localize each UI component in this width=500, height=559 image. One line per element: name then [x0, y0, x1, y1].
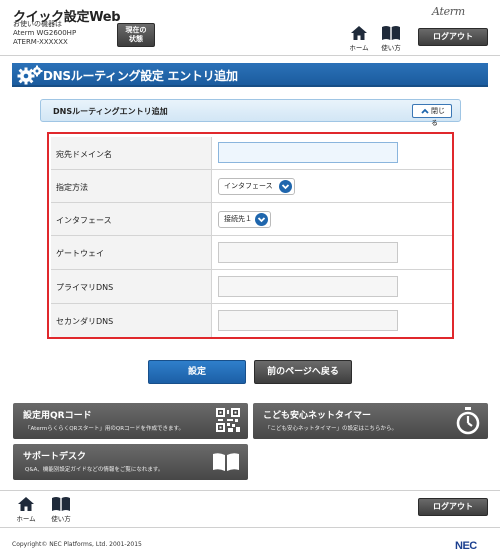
primary-dns-input[interactable] [218, 276, 398, 297]
device-info-model: Aterm WG2600HP [13, 29, 77, 37]
section-title: DNSルーティングエントリ追加 [53, 107, 168, 116]
footer-home-label: ホーム [16, 515, 36, 523]
nec-logo: NEC [455, 540, 477, 552]
open-book-icon [213, 453, 239, 471]
gateway-label: ゲートウェイ [51, 236, 212, 269]
row-primary-dns: プライマリDNS [51, 270, 452, 304]
status-button-line-1: 現在の [125, 26, 147, 34]
timer-tile-title: こども安心ネットタイマー [263, 411, 372, 421]
back-button[interactable]: 前のページへ戻る [254, 360, 352, 384]
secondary-dns-input[interactable] [218, 310, 398, 331]
qr-code-tile[interactable]: 設定用QRコード 「AtermらくらくQRスタート」用のQRコードを作成できます… [13, 403, 248, 439]
home-icon [18, 497, 34, 511]
footer-help-button[interactable]: 使い方 [48, 496, 74, 526]
qr-tile-title: 設定用QRコード [23, 411, 92, 421]
gears-icon [17, 65, 43, 85]
device-info-line-1: お使いの機器は [13, 20, 62, 28]
support-tile-title: サポートデスク [23, 452, 87, 462]
copyright: Copyright© NEC Platforms, Ltd. 2001-2015 [12, 541, 142, 548]
method-select[interactable]: インタフェース [218, 178, 295, 195]
submit-button[interactable]: 設定 [148, 360, 246, 384]
section-header: DNSルーティングエントリ追加 閉じる [40, 99, 461, 127]
row-domain: 宛先ドメイン名 [51, 137, 452, 170]
dropdown-arrow-icon [279, 180, 292, 193]
method-label: 指定方法 [51, 170, 212, 202]
support-desk-tile[interactable]: サポートデスク Q&A、機能別設定ガイドなどの情報をご覧になれます。 [13, 444, 248, 480]
interface-select-value: 接続先１ [224, 215, 252, 223]
stopwatch-icon [456, 407, 480, 435]
header-divider [0, 55, 500, 56]
logout-button[interactable]: ログアウト [418, 28, 488, 46]
row-secondary-dns: セカンダリDNS [51, 304, 452, 337]
page-banner: DNSルーティング設定 エントリ追加 [12, 63, 488, 87]
interface-select[interactable]: 接続先１ [218, 211, 271, 228]
primary-dns-label: プライマリDNS [51, 270, 212, 303]
qr-code-icon [216, 408, 240, 432]
help-label: 使い方 [381, 44, 401, 52]
close-section-button[interactable]: 閉じる [412, 104, 452, 127]
timer-tile-desc: 「こども安心ネットタイマー」の設定はこちらから。 [265, 426, 398, 432]
book-icon [382, 26, 400, 40]
method-select-value: インタフェース [224, 182, 273, 190]
book-icon [52, 497, 70, 511]
page-title: DNSルーティング設定 エントリ追加 [43, 69, 238, 83]
qr-tile-desc: 「AtermらくらくQRスタート」用のQRコードを作成できます。 [25, 426, 184, 432]
footer-divider [0, 490, 500, 491]
footer-help-label: 使い方 [51, 515, 71, 523]
domain-label: 宛先ドメイン名 [51, 137, 212, 169]
chevron-up-icon [421, 108, 429, 114]
row-gateway: ゲートウェイ [51, 236, 452, 270]
domain-input[interactable] [218, 142, 398, 163]
close-label: 閉じる [431, 107, 445, 127]
support-tile-desc: Q&A、機能別設定ガイドなどの情報をご覧になれます。 [25, 467, 164, 473]
home-label: ホーム [349, 44, 369, 52]
footer-bottom-divider [0, 527, 500, 528]
secondary-dns-label: セカンダリDNS [51, 304, 212, 337]
gateway-input[interactable] [218, 242, 398, 263]
footer-home-button[interactable]: ホーム [13, 496, 39, 526]
row-interface: インタフェース 接続先１ [51, 203, 452, 236]
row-method: 指定方法 インタフェース [51, 170, 452, 203]
home-icon [351, 26, 367, 40]
aterm-logo: Aterm [432, 5, 465, 18]
child-safe-timer-tile[interactable]: こども安心ネットタイマー 「こども安心ネットタイマー」の設定はこちらから。 [253, 403, 488, 439]
current-status-button[interactable]: 現在の 状態 [117, 23, 155, 47]
home-button[interactable]: ホーム [346, 25, 372, 55]
interface-label: インタフェース [51, 203, 212, 235]
entry-form: 宛先ドメイン名 指定方法 インタフェース インタフェース 接続先１ ゲートウェイ… [47, 132, 454, 339]
status-button-line-2: 状態 [129, 35, 143, 43]
footer-logout-button[interactable]: ログアウト [418, 498, 488, 516]
help-button[interactable]: 使い方 [378, 25, 404, 55]
dropdown-arrow-icon [255, 213, 268, 226]
device-info-id: ATERM-XXXXXX [13, 38, 68, 46]
